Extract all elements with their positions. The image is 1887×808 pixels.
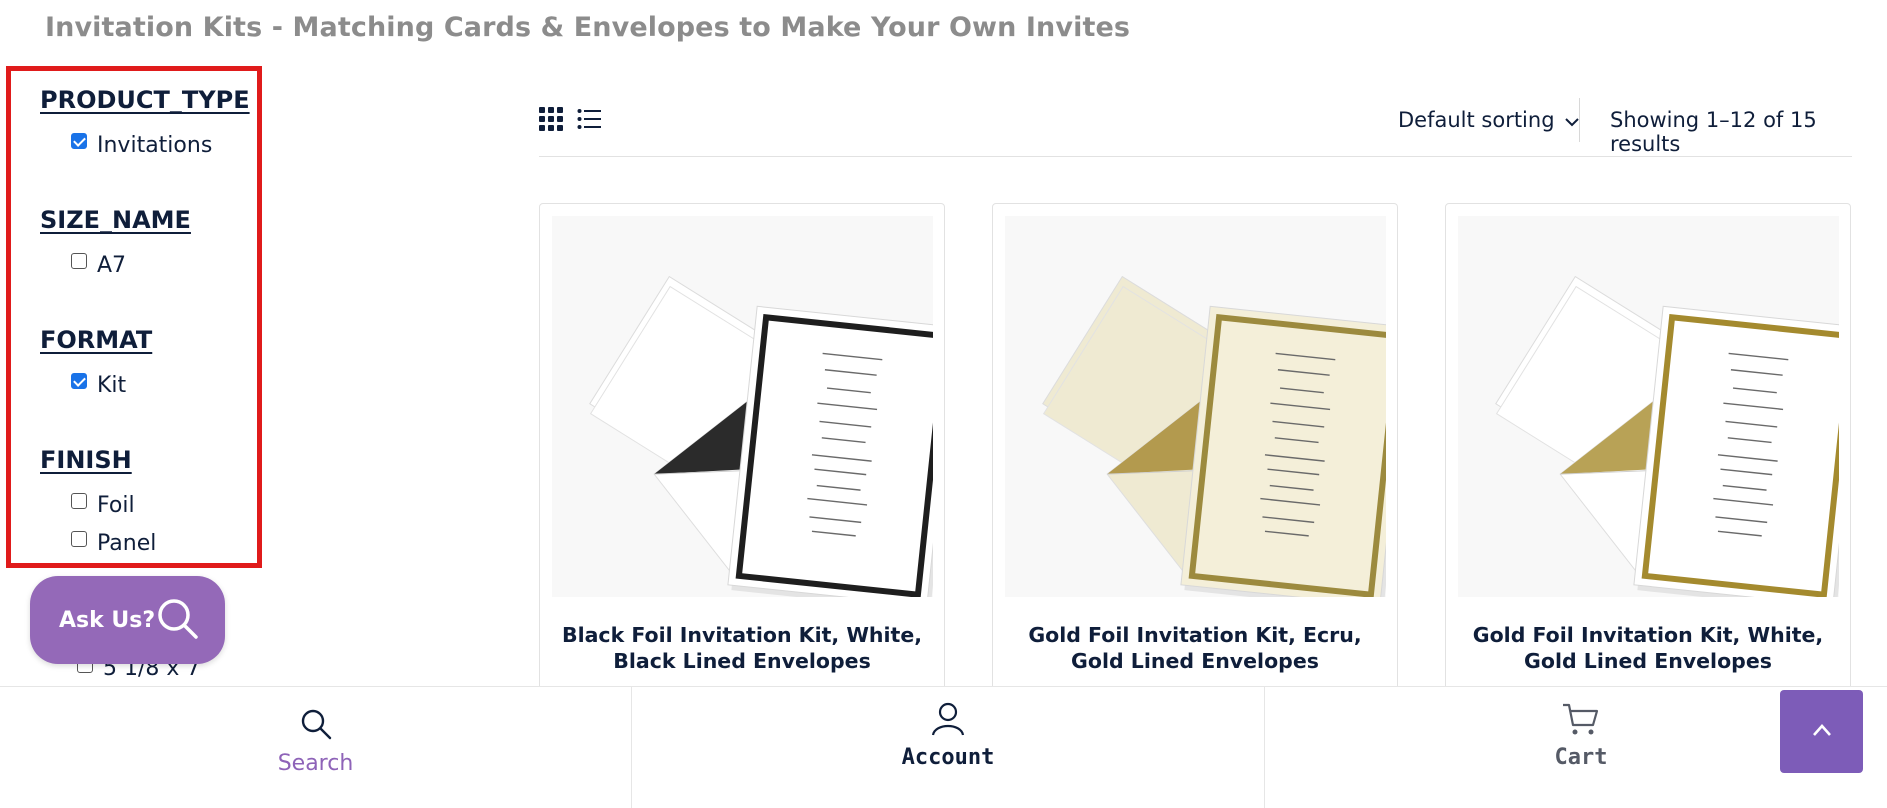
checkbox[interactable] — [71, 531, 87, 547]
bottom-nav-label: Account — [901, 745, 995, 770]
filter-option-label: Foil — [97, 492, 135, 518]
filter-group-product-type: PRODUCT_TYPE Invitations — [40, 86, 250, 164]
results-count: Showing 1–12 of 15 results — [1610, 108, 1817, 156]
filter-option-label: Kit — [97, 372, 127, 398]
filter-option-kit[interactable]: Kit — [71, 366, 152, 404]
search-icon — [155, 596, 201, 646]
filter-heading[interactable]: FORMAT — [40, 326, 152, 354]
bottom-nav-search[interactable]: Search — [0, 687, 631, 808]
filter-option-a7[interactable]: A7 — [71, 246, 191, 284]
page-title: Invitation Kits - Matching Cards & Envel… — [45, 12, 1131, 43]
list-view-icon[interactable] — [577, 107, 601, 135]
checkbox[interactable] — [71, 493, 87, 509]
filter-group-finish: FINISH Foil Panel — [40, 446, 156, 562]
bottom-nav-label: Cart — [1554, 745, 1608, 770]
filter-option-foil[interactable]: Foil — [71, 486, 156, 524]
filter-group-size-name: SIZE_NAME A7 — [40, 206, 191, 284]
bottom-nav-bar: Search Account Cart — [0, 686, 1887, 808]
product-name[interactable]: Gold Foil Invitation Kit, Ecru, Gold Lin… — [1013, 622, 1377, 674]
bottom-nav-account[interactable]: Account — [632, 687, 1264, 808]
checkbox[interactable] — [71, 373, 87, 389]
filter-heading[interactable]: FINISH — [40, 446, 156, 474]
checkbox[interactable] — [71, 253, 87, 269]
product-name[interactable]: Gold Foil Invitation Kit, White, Gold Li… — [1466, 622, 1830, 674]
chevron-down-icon — [1564, 108, 1579, 132]
product-image[interactable] — [1458, 216, 1839, 597]
product-card[interactable]: Gold Foil Invitation Kit, Ecru, Gold Lin… — [992, 203, 1398, 703]
product-image[interactable] — [552, 216, 933, 597]
filter-option-invitations[interactable]: Invitations — [71, 126, 250, 164]
sorting-select[interactable]: Default sorting — [1398, 108, 1579, 132]
grid-view-icon[interactable] — [539, 107, 563, 135]
filter-option-label: Invitations — [97, 132, 213, 158]
user-icon — [930, 701, 966, 741]
filter-group-format: FORMAT Kit — [40, 326, 152, 404]
toolbar-separator — [1579, 98, 1580, 142]
filter-heading[interactable]: PRODUCT_TYPE — [40, 86, 250, 114]
filter-option-label: A7 — [97, 252, 127, 278]
back-to-top-button[interactable] — [1780, 690, 1863, 773]
search-icon — [299, 707, 333, 745]
filter-option-panel[interactable]: Panel — [71, 524, 156, 562]
chevron-up-icon — [1812, 722, 1832, 741]
bottom-nav-label: Search — [277, 751, 354, 776]
ask-us-button[interactable]: Ask Us? — [30, 576, 225, 664]
product-card[interactable]: Black Foil Invitation Kit, White, Black … — [539, 203, 945, 703]
toolbar-divider — [539, 156, 1852, 157]
cart-icon — [1561, 701, 1601, 741]
product-card[interactable]: Gold Foil Invitation Kit, White, Gold Li… — [1445, 203, 1851, 703]
product-image[interactable] — [1005, 216, 1386, 597]
filter-option-label: Panel — [97, 530, 157, 556]
sorting-label: Default sorting — [1398, 108, 1555, 132]
checkbox[interactable] — [71, 133, 87, 149]
product-name[interactable]: Black Foil Invitation Kit, White, Black … — [560, 622, 924, 674]
filter-heading[interactable]: SIZE_NAME — [40, 206, 191, 234]
ask-us-label: Ask Us? — [59, 607, 156, 633]
view-toggles — [539, 107, 601, 135]
